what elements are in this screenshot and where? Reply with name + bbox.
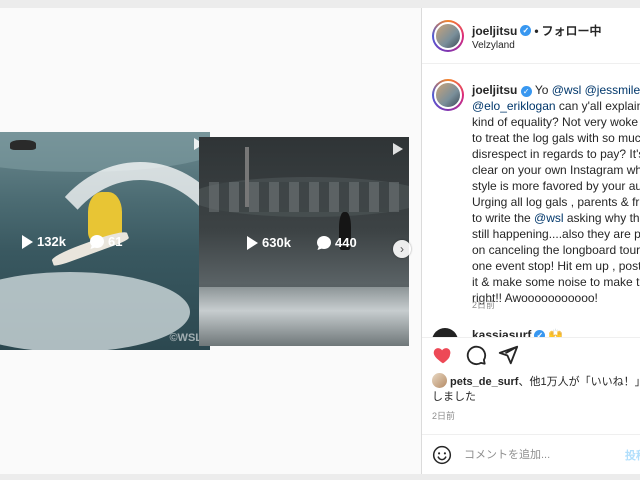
next-arrow-icon[interactable]: › [393,240,411,258]
view-count: 630k [247,235,291,250]
media-grid: 132k 61 ©WSL 630k 440 › [0,8,421,474]
caption-line: on canceling the longboard tour to just [472,243,640,257]
caption-line: right!! Awooooooooooo! [472,291,598,305]
location-link[interactable]: Velzyland [472,40,515,51]
caption-avatar[interactable] [432,79,464,111]
liker-username[interactable]: pets_de_surf [450,376,518,388]
comment-count: 61 [90,234,122,249]
play-icon [247,235,258,250]
post-comment-button[interactable]: 投稿する [625,447,640,463]
caption-text: joeljitsu ✓ Yo @wsl @jessmileydyer @elo_… [472,82,640,306]
header-user: joeljitsu ✓ • フォロー中 [472,22,602,39]
follow-status[interactable]: フォロー中 [542,22,602,39]
comment-count: 440 [317,235,357,250]
caption-line: style is more favored by your audience. [472,179,640,193]
caption-timestamp[interactable]: 2日前 [472,298,495,311]
comment-bubble-icon [317,236,331,249]
mention-link[interactable]: @wsl [534,211,564,225]
likes-summary: pets_de_surf、他1万人が「いいね！」しました [432,373,640,405]
comment-input[interactable] [464,445,614,465]
avatar[interactable] [432,20,464,52]
caption-username[interactable]: joeljitsu [472,83,517,97]
avatar [432,373,447,388]
caption-line: still happening....also they are plannin… [472,227,640,241]
mention-link[interactable]: @wsl [552,83,582,97]
comment-bar: 投稿する [422,434,640,474]
watermark: ©WSL [169,332,202,344]
caption-line: Urging all log gals , parents & friends [472,195,640,209]
comment-icon[interactable] [465,344,487,366]
heart-icon[interactable] [432,344,454,366]
separator-dot: • [534,23,539,38]
caption-fragment: to write the [472,211,535,225]
caption-fragment: Yo [534,83,552,97]
caption-line: clear on your own Instagram which [472,163,640,177]
caption-line: disrespect in regards to pay? It's prett… [472,147,640,161]
post-header: joeljitsu ✓ • フォロー中 Velzyland [422,8,640,64]
caption-line: one event stop! Hit em up , post about [472,259,640,273]
comment-item: kassiasurf ✓ 🙌 [472,328,563,337]
play-icon [22,234,33,249]
grid-post-2[interactable]: 630k 440 [199,137,409,346]
send-icon[interactable] [497,344,519,366]
mention-link[interactable]: @elo_eriklogan [472,99,556,113]
caption-line: to treat the log gals with so much [472,131,640,145]
caption-line: it & make some noise to make things [472,275,640,289]
emoji-icon[interactable] [432,445,452,465]
post-date[interactable]: 2日前 [432,409,455,422]
grid-post-1[interactable]: 132k 61 ©WSL [0,132,210,350]
caption-fragment: can y'all explain this [558,99,640,113]
comment-username[interactable]: kassiasurf [472,328,531,337]
mention-link[interactable]: @jessmileydyer [585,83,640,97]
action-bar [422,337,640,373]
comments-section: joeljitsu ✓ Yo @wsl @jessmileydyer @elo_… [422,65,640,337]
view-count: 132k [22,234,66,249]
reel-icon [393,143,403,155]
comment-emoji: 🙌 [548,328,564,337]
caption-line: kind of equality? Not very woke of you [472,115,640,129]
caption-fragment: asking why this is [566,211,640,225]
header-username[interactable]: joeljitsu [472,24,517,38]
verified-badge-icon: ✓ [520,86,532,97]
post-panel: joeljitsu ✓ • フォロー中 Velzyland joeljitsu … [421,8,640,474]
verified-badge-icon: ✓ [520,25,532,36]
comment-bubble-icon [90,235,104,248]
avatar[interactable] [432,328,458,337]
verified-badge-icon: ✓ [534,329,546,337]
